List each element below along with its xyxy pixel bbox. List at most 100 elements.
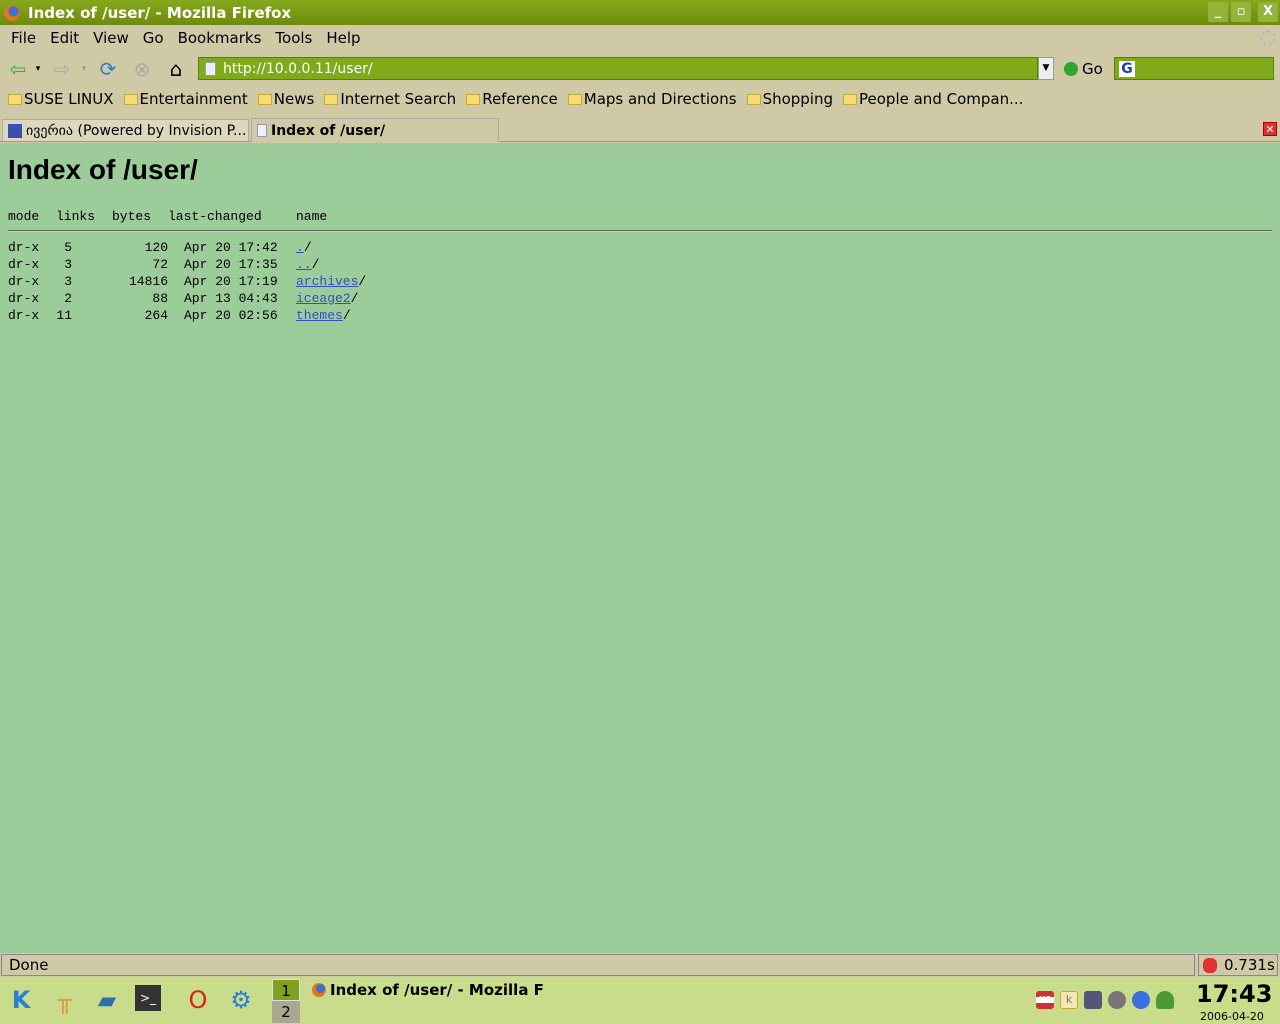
title-bar: Index of /user/ - Mozilla Firefox _ ▫ X — [0, 0, 1280, 25]
close-window-button[interactable]: X — [1258, 2, 1278, 22]
cell-suffix: / — [303, 240, 312, 255]
tab-iveria[interactable]: ივერია (Powered by Invision P... — [2, 119, 249, 141]
folder-icon — [466, 93, 481, 105]
cell-last-changed: Apr 20 17:35 — [184, 257, 278, 272]
go-button[interactable]: Go — [1064, 60, 1103, 78]
window-title: Index of /user/ - Mozilla Firefox — [28, 3, 292, 22]
bookmark-folder[interactable]: Maps and Directions — [567, 90, 737, 108]
cell-bytes: 88 — [152, 291, 168, 306]
firefox-icon — [312, 983, 326, 997]
search-engine-icon[interactable]: G — [1119, 61, 1135, 77]
kinternet-icon[interactable] — [1132, 991, 1150, 1009]
bookmark-label: Entertainment — [139, 90, 248, 108]
firefox-icon — [4, 4, 20, 21]
task-label: Index of /user/ - Mozilla F — [330, 981, 544, 999]
close-tab-icon[interactable]: ✕ — [1263, 122, 1277, 136]
messenger-icon[interactable] — [1156, 991, 1174, 1009]
bookmark-label: Reference — [482, 90, 558, 108]
go-icon — [1064, 62, 1078, 76]
desktop-icon[interactable]: ╥ — [50, 985, 80, 1015]
desktop-1-button[interactable]: 1 — [272, 979, 300, 1001]
status-text: Done — [1, 954, 1195, 976]
terminal-icon[interactable]: >_ — [135, 985, 161, 1011]
tab-bar: ივერია (Powered by Invision P... Index o… — [0, 118, 1280, 142]
restore-button[interactable]: ▫ — [1231, 2, 1251, 22]
cell-last-changed: Apr 20 02:56 — [184, 308, 278, 323]
desktop-2-button[interactable]: 2 — [272, 1001, 300, 1023]
opera-icon[interactable]: O — [183, 985, 213, 1015]
bookmark-folder[interactable]: SUSE LINUX — [8, 90, 114, 108]
stop-icon[interactable]: ⊗ — [130, 57, 154, 81]
bookmark-folder[interactable]: People and Compan... — [843, 90, 1023, 108]
url-input[interactable]: http://10.0.0.11/user/ — [198, 57, 1038, 80]
status-bar: Done 0.731s — [0, 953, 1280, 977]
clock-time[interactable]: 17:43 — [1196, 980, 1272, 1008]
column-header-bytes: bytes — [112, 209, 152, 224]
listing-header: mode links bytes last-changed name — [8, 208, 327, 225]
cell-last-changed: Apr 20 17:42 — [184, 240, 278, 255]
folder-icon — [123, 93, 138, 105]
page-icon — [205, 62, 216, 76]
taskbar: K ╥ ▰ >_ O ⚙ 1 2 Index of /user/ - Mozil… — [0, 977, 1280, 1024]
menu-go[interactable]: Go — [136, 29, 171, 47]
directory-link[interactable]: iceage2 — [296, 291, 351, 306]
bookmark-label: Internet Search — [340, 90, 457, 108]
page-icon — [257, 124, 267, 137]
page-load-timer: 0.731s — [1198, 954, 1278, 976]
bookmark-folder[interactable]: Shopping — [746, 90, 833, 108]
forward-dropdown-icon[interactable]: ▾ — [78, 57, 90, 81]
bookmark-label: SUSE LINUX — [24, 90, 114, 108]
column-header-links: links — [56, 209, 96, 224]
cell-suffix: / — [342, 308, 351, 323]
forward-arrow-icon[interactable]: ⇨ — [50, 57, 74, 81]
page-title: Index of /user/ — [8, 154, 198, 185]
klipper-icon[interactable]: k — [1060, 991, 1078, 1009]
task-firefox[interactable]: Index of /user/ - Mozilla F — [312, 981, 544, 999]
url-text: http://10.0.0.11/user/ — [223, 60, 373, 77]
bookmarks-toolbar: SUSE LINUX Entertainment News Internet S… — [8, 90, 1023, 108]
konqueror-icon[interactable]: ⚙ — [226, 985, 256, 1015]
directory-link[interactable]: archives — [296, 274, 358, 289]
minimize-button[interactable]: _ — [1208, 2, 1228, 22]
menu-view[interactable]: View — [86, 29, 136, 47]
menu-help[interactable]: Help — [319, 29, 367, 47]
throbber-icon — [1260, 30, 1276, 46]
divider — [8, 230, 1272, 232]
clock-date: 2006-04-20 — [1200, 1010, 1264, 1023]
directory-link[interactable]: .. — [296, 257, 312, 272]
bookmark-folder[interactable]: Internet Search — [324, 90, 456, 108]
cell-suffix: / — [311, 257, 320, 272]
tab-index-user[interactable]: Index of /user/ — [251, 118, 499, 142]
menu-bar: File Edit View Go Bookmarks Tools Help — [0, 26, 1280, 50]
search-input[interactable]: G — [1114, 57, 1274, 80]
bookmark-folder[interactable]: News — [257, 90, 315, 108]
keyboard-layout-icon[interactable]: US — [1036, 991, 1054, 1009]
network-icon[interactable] — [1084, 991, 1102, 1009]
cell-bytes: 14816 — [128, 274, 168, 289]
directory-link[interactable]: themes — [296, 308, 343, 323]
reload-icon[interactable]: ⟳ — [96, 57, 120, 81]
menu-file[interactable]: File — [4, 29, 43, 47]
cell-bytes: 264 — [144, 308, 168, 323]
folder-icon — [746, 93, 761, 105]
home-folder-icon[interactable]: ▰ — [92, 985, 122, 1015]
system-tray: US k — [1036, 991, 1174, 1009]
cell-bytes: 72 — [152, 257, 168, 272]
home-icon[interactable]: ⌂ — [164, 57, 188, 81]
speaker-icon[interactable] — [1108, 991, 1126, 1009]
navigation-toolbar: ⇦ ▾ ⇨ ▾ ⟳ ⊗ ⌂ http://10.0.0.11/user/ ▼ G… — [0, 52, 1280, 84]
directory-link[interactable]: . — [296, 240, 304, 255]
cell-last-changed: Apr 13 04:43 — [184, 291, 278, 306]
menu-tools[interactable]: Tools — [268, 29, 319, 47]
back-arrow-icon[interactable]: ⇦ — [6, 57, 30, 81]
bookmark-folder[interactable]: Entertainment — [123, 90, 248, 108]
bookmark-folder[interactable]: Reference — [466, 90, 558, 108]
bookmark-label: Maps and Directions — [583, 90, 737, 108]
menu-edit[interactable]: Edit — [43, 29, 86, 47]
kde-menu-icon[interactable]: K — [6, 985, 36, 1015]
back-dropdown-icon[interactable]: ▾ — [32, 57, 44, 81]
menu-bookmarks[interactable]: Bookmarks — [171, 29, 269, 47]
bookmark-label: News — [273, 90, 315, 108]
url-dropdown-icon[interactable]: ▼ — [1038, 57, 1054, 80]
bookmark-label: People and Compan... — [859, 90, 1024, 108]
